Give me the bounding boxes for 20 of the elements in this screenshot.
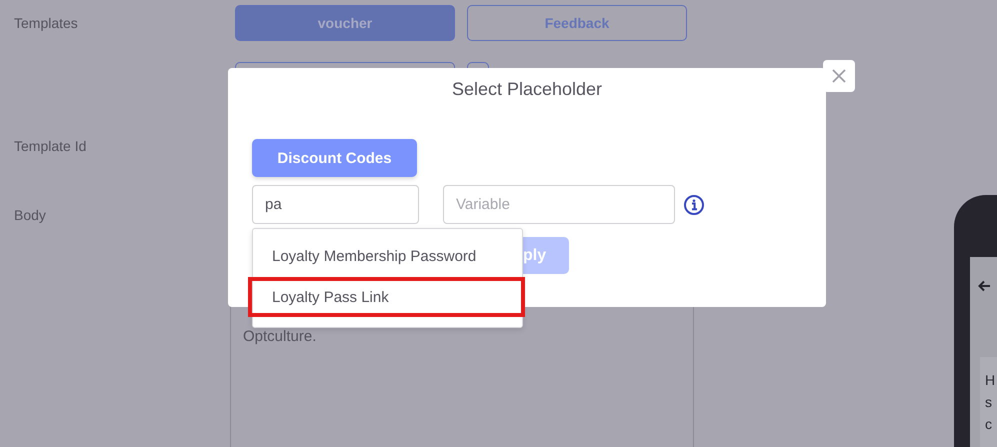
field-label: Body bbox=[13, 206, 47, 223]
close-button[interactable] bbox=[823, 60, 855, 92]
message-text: s bbox=[985, 393, 993, 411]
apply-button[interactable]: ply bbox=[523, 237, 569, 274]
message-text: H bbox=[985, 371, 996, 389]
template-option[interactable]: voucher bbox=[235, 5, 455, 41]
suggestion-item[interactable]: Loyalty Membership Password bbox=[253, 235, 522, 277]
variable-field[interactable]: Variable bbox=[443, 185, 675, 224]
field-label: Templates bbox=[13, 15, 79, 31]
field-label: Template Id bbox=[13, 138, 88, 154]
info-icon[interactable] bbox=[683, 194, 705, 216]
close-icon bbox=[832, 69, 846, 83]
suggestion-item[interactable]: Loyalty Pass Link bbox=[248, 277, 525, 317]
body-text: Optculture. bbox=[243, 328, 316, 345]
template-option[interactable]: Feedback bbox=[467, 5, 687, 41]
category-button[interactable]: Discount Codes bbox=[252, 139, 417, 177]
message-text: c bbox=[985, 415, 993, 433]
search-field[interactable]: pa bbox=[252, 185, 419, 224]
back-arrow-icon bbox=[978, 279, 992, 293]
dialog-title: Select Placeholder bbox=[452, 79, 602, 100]
